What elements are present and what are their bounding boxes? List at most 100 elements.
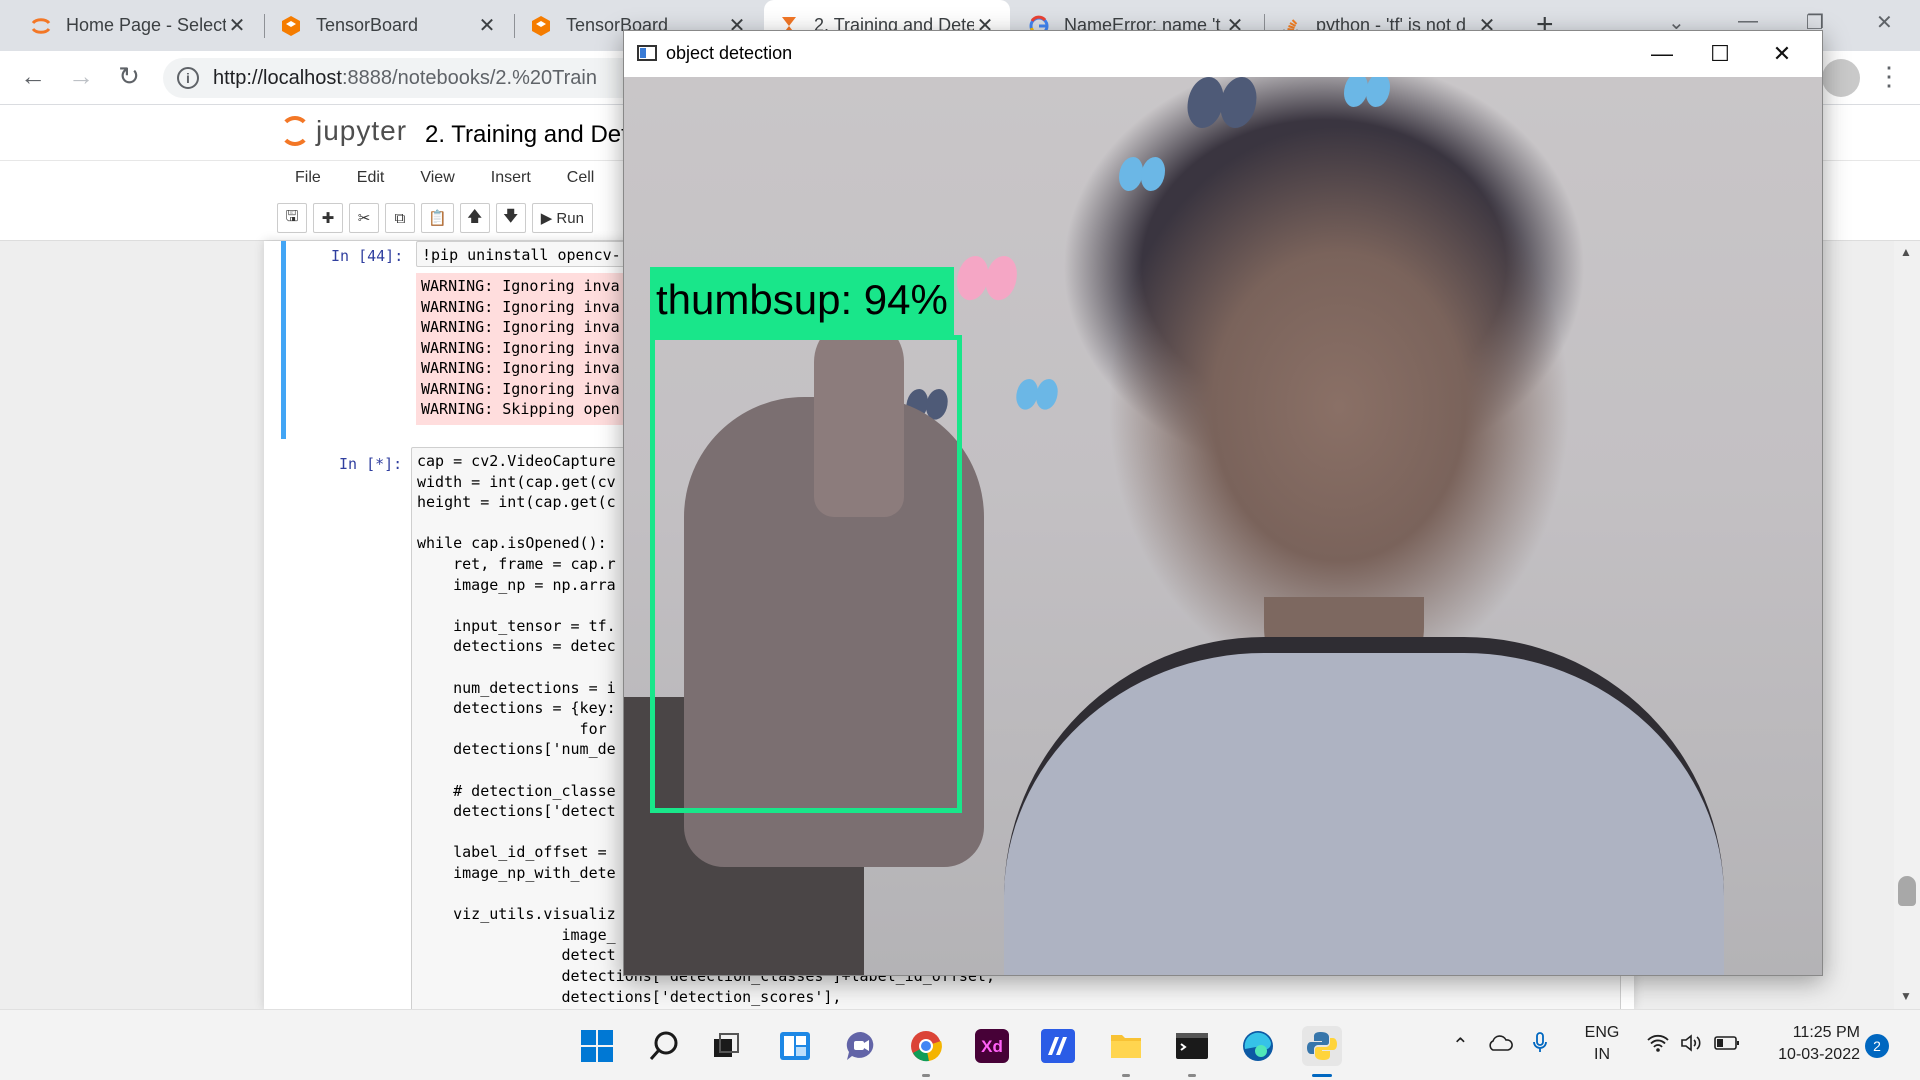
butterfly-decoration bbox=[1344, 77, 1390, 113]
running-indicator bbox=[1122, 1074, 1130, 1077]
window-app-icon bbox=[637, 45, 657, 61]
tab-home-page[interactable]: Home Page - Select ✕ bbox=[16, 0, 262, 51]
cell-prompt: In [*]: bbox=[339, 455, 403, 473]
quick-settings[interactable] bbox=[1646, 1010, 1740, 1080]
jupyter-logo[interactable]: jupyter bbox=[280, 115, 407, 147]
detection-bounding-box bbox=[650, 335, 962, 813]
paste-icon[interactable]: 📋 bbox=[421, 203, 454, 233]
edge-icon[interactable] bbox=[1238, 1026, 1278, 1066]
minimize-icon[interactable]: — bbox=[1634, 37, 1690, 71]
tensorboard-icon bbox=[530, 15, 552, 37]
output-line: WARNING: Ignoring inva bbox=[421, 339, 620, 357]
output-line: WARNING: Ignoring inva bbox=[421, 359, 620, 377]
tab-label: TensorBoard bbox=[316, 15, 419, 35]
scrollbar-thumb[interactable] bbox=[1898, 876, 1916, 906]
code-line: detections['detection_scores'], bbox=[417, 987, 842, 1006]
move-up-icon[interactable]: 🡅 bbox=[459, 203, 490, 233]
tab-tensorboard-1[interactable]: TensorBoard ✕ bbox=[266, 0, 512, 51]
code-line: image_np = np.arra bbox=[417, 575, 616, 594]
page-scrollbar[interactable]: ▲ ▼ bbox=[1894, 241, 1920, 1009]
menu-cell[interactable]: Cell bbox=[549, 161, 613, 195]
close-icon[interactable]: ✕ bbox=[476, 13, 498, 38]
windows-taskbar: Xd ⌃ ENG IN 11:25 PM 10-03-2022 2 bbox=[0, 1009, 1920, 1080]
butterfly-decoration bbox=[1187, 77, 1257, 137]
code-line: image_np_with_dete bbox=[417, 864, 616, 882]
maximize-icon[interactable]: ☐ bbox=[1692, 37, 1748, 71]
butterfly-decoration bbox=[957, 256, 1017, 308]
output-line: WARNING: Ignoring inva bbox=[421, 380, 620, 398]
code-line: label_id_offset = bbox=[417, 843, 616, 862]
code-line: detections = {key: bbox=[417, 699, 616, 718]
scroll-up-arrow-icon[interactable]: ▲ bbox=[1900, 245, 1912, 259]
scroll-down-arrow-icon[interactable]: ▼ bbox=[1900, 989, 1912, 1003]
output-line: WARNING: Ignoring inva bbox=[421, 298, 620, 316]
python-icon[interactable] bbox=[1302, 1026, 1342, 1077]
widgets-icon[interactable] bbox=[775, 1026, 815, 1066]
tab-separator bbox=[514, 14, 515, 38]
forward-arrow-icon[interactable]: → bbox=[64, 61, 98, 92]
tensorboard-icon bbox=[280, 15, 302, 37]
file-explorer-icon[interactable] bbox=[1106, 1026, 1146, 1077]
output-line: WARNING: Ignoring inva bbox=[421, 318, 620, 336]
windows-start-icon[interactable] bbox=[577, 1026, 617, 1066]
avatar[interactable] bbox=[1822, 59, 1860, 97]
move-down-icon[interactable]: 🡇 bbox=[495, 203, 526, 233]
url-text[interactable]: http://localhost:8888/notebooks/2.%20Tra… bbox=[213, 67, 597, 90]
jupyter-icon bbox=[30, 15, 52, 37]
cut-icon[interactable]: ✂ bbox=[349, 203, 379, 233]
code-line: for bbox=[417, 719, 607, 738]
visual-studio-icon[interactable] bbox=[1038, 1026, 1078, 1066]
more-menu-icon[interactable]: ⋮ bbox=[1876, 61, 1902, 92]
language-indicator[interactable]: ENG IN bbox=[1580, 1022, 1624, 1066]
task-view-icon[interactable] bbox=[707, 1026, 747, 1066]
search-icon[interactable] bbox=[644, 1026, 684, 1066]
notebook-toolbar: 🖫 ✚ ✂ ⧉ 📋 🡅 🡇 ▶ Run bbox=[277, 203, 593, 233]
window-titlebar[interactable]: object detection — ☐ ✕ bbox=[624, 31, 1822, 77]
menu-file[interactable]: File bbox=[277, 161, 339, 195]
microphone-icon[interactable] bbox=[1531, 1031, 1549, 1060]
notebook-title[interactable]: 2. Training and Dete bbox=[425, 121, 641, 149]
running-indicator bbox=[1312, 1074, 1332, 1077]
show-hidden-icons-chevron-icon[interactable]: ⌃ bbox=[1452, 1033, 1469, 1058]
window-title: object detection bbox=[666, 43, 793, 63]
chrome-icon[interactable] bbox=[906, 1026, 946, 1077]
close-window-icon[interactable]: ✕ bbox=[1876, 10, 1893, 35]
copy-icon[interactable]: ⧉ bbox=[385, 203, 415, 233]
reload-icon[interactable]: ↻ bbox=[112, 61, 146, 92]
close-icon[interactable]: ✕ bbox=[226, 13, 248, 38]
code-line: ret, frame = cap.r bbox=[417, 555, 616, 573]
cell-prompt: In [44]: bbox=[331, 247, 404, 265]
butterfly-decoration bbox=[1016, 379, 1058, 415]
running-indicator bbox=[922, 1074, 930, 1077]
teams-chat-icon[interactable] bbox=[841, 1026, 881, 1066]
adobe-xd-icon[interactable]: Xd bbox=[972, 1026, 1012, 1066]
wifi-icon bbox=[1646, 1033, 1670, 1058]
svg-text:Xd: Xd bbox=[981, 1037, 1003, 1056]
code-line: num_detections = i bbox=[417, 678, 616, 697]
clock[interactable]: 11:25 PM 10-03-2022 bbox=[1760, 1022, 1860, 1066]
code-line: viz_utils.visualiz bbox=[417, 905, 616, 924]
onedrive-icon[interactable] bbox=[1487, 1034, 1513, 1057]
object-detection-window[interactable]: object detection — ☐ ✕ thumbsup: 94% bbox=[623, 30, 1823, 976]
code-line: detections['detect bbox=[417, 802, 616, 821]
run-label: Run bbox=[556, 209, 584, 227]
code-line: # detection_classe bbox=[417, 781, 616, 800]
code-line: image_ bbox=[417, 925, 616, 944]
save-icon[interactable]: 🖫 bbox=[277, 203, 307, 233]
person-shirt bbox=[1004, 637, 1724, 975]
output-line: WARNING: Ignoring inva bbox=[421, 277, 620, 295]
close-icon[interactable]: ✕ bbox=[1754, 37, 1810, 71]
terminal-icon[interactable] bbox=[1172, 1026, 1212, 1077]
add-cell-icon[interactable]: ✚ bbox=[313, 203, 343, 233]
menu-insert[interactable]: Insert bbox=[473, 161, 549, 195]
notification-badge[interactable]: 2 bbox=[1865, 1034, 1889, 1058]
language-code: ENG bbox=[1584, 1024, 1620, 1041]
code-line: !pip uninstall opencv- bbox=[422, 246, 621, 264]
run-button[interactable]: ▶ Run bbox=[531, 203, 593, 233]
menu-bar: File Edit View Insert Cell bbox=[277, 161, 612, 195]
info-icon[interactable]: i bbox=[177, 67, 199, 89]
menu-view[interactable]: View bbox=[402, 161, 472, 195]
jupyter-logo-text: jupyter bbox=[316, 115, 408, 146]
back-arrow-icon[interactable]: ← bbox=[16, 61, 50, 92]
menu-edit[interactable]: Edit bbox=[339, 161, 403, 195]
